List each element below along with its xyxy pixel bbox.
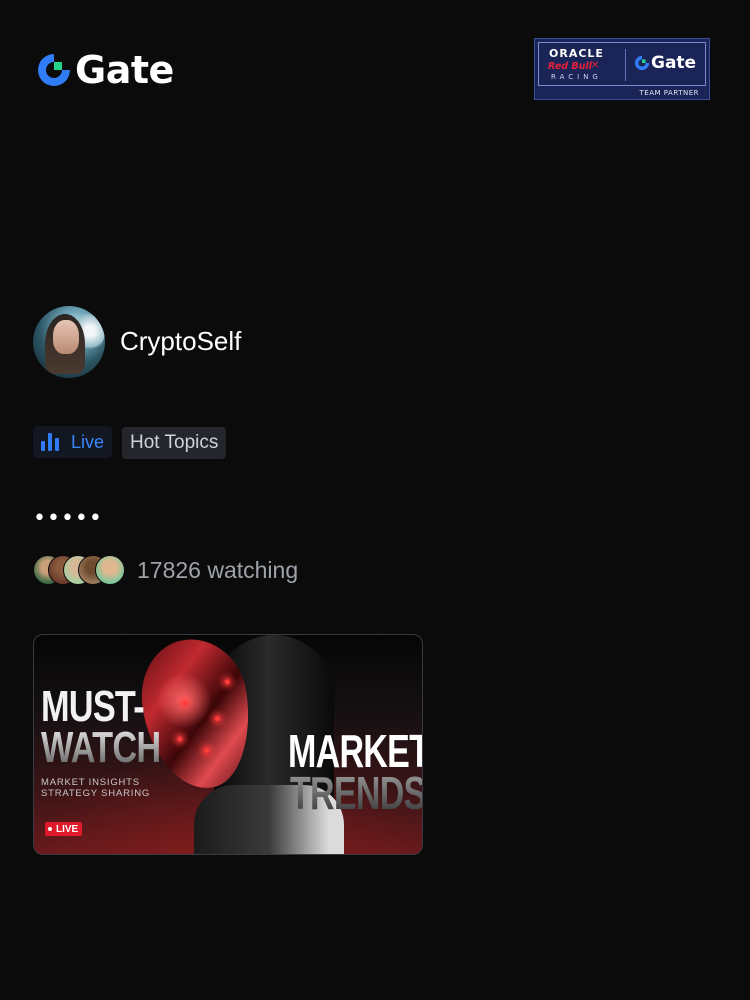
- gate-logo-icon: [38, 54, 70, 86]
- live-stream-card[interactable]: MUST- WATCH MARKET TRENDS MARKET INSIGHT…: [33, 634, 423, 855]
- partner-caption: TEAM PARTNER: [639, 89, 699, 97]
- viewer-avatar-stack: [33, 554, 129, 586]
- card-title-trends: TRENDS: [290, 770, 422, 816]
- partner-badge-frame: ORACLE Red Bull ✕ RACING Gate: [538, 42, 706, 86]
- crystal-spark: [224, 679, 231, 685]
- card-title-watch: WATCH: [41, 723, 161, 772]
- viewer-avatar: [95, 555, 125, 585]
- status-dots: •••••: [33, 506, 103, 531]
- gate-logo-text: Gate: [75, 48, 174, 92]
- redbull-bulls-icon: ✕: [591, 60, 600, 71]
- live-dot-icon: [48, 827, 52, 831]
- card-title-must: MUST-: [41, 682, 145, 731]
- avatar-face-shape: [53, 320, 79, 354]
- partner-racing-text: RACING: [551, 73, 602, 81]
- watchers-row: 17826 watching: [33, 554, 298, 586]
- crystal-spark: [182, 700, 188, 706]
- card-live-badge-label: LIVE: [56, 823, 79, 835]
- profile-avatar[interactable]: [33, 306, 105, 378]
- crystal-spark: [214, 715, 221, 722]
- partner-gate-text: Gate: [651, 53, 697, 73]
- partner-gate-logo: Gate: [634, 53, 696, 73]
- partner-redbull-text: Red Bull: [548, 61, 592, 72]
- live-tag[interactable]: Live: [33, 426, 113, 458]
- live-tag-label: Live: [71, 431, 105, 452]
- team-partner-badge: ORACLE Red Bull ✕ RACING Gate TEAM PARTN…: [534, 38, 710, 100]
- watching-count: 17826 watching: [137, 556, 299, 583]
- partner-oracle-text: ORACLE: [549, 47, 604, 60]
- page: Gate ORACLE Red Bull ✕ RACING Gate TEAM …: [0, 0, 750, 1000]
- hot-topics-tag[interactable]: Hot Topics: [122, 427, 227, 459]
- crystal-spark: [177, 736, 183, 742]
- card-subline-insights: MARKET INSIGHTS: [41, 777, 140, 788]
- card-subline-strategy: STRATEGY SHARING: [41, 788, 151, 799]
- live-bars-icon: [41, 433, 61, 451]
- partner-divider: [625, 49, 626, 81]
- profile-username[interactable]: CryptoSelf: [120, 326, 241, 357]
- card-title-market: MARKET: [288, 725, 423, 777]
- crystal-spark: [203, 747, 210, 754]
- gate-small-logo-icon: [634, 55, 650, 71]
- card-live-badge: LIVE: [45, 822, 83, 836]
- gate-logo[interactable]: Gate: [36, 50, 174, 90]
